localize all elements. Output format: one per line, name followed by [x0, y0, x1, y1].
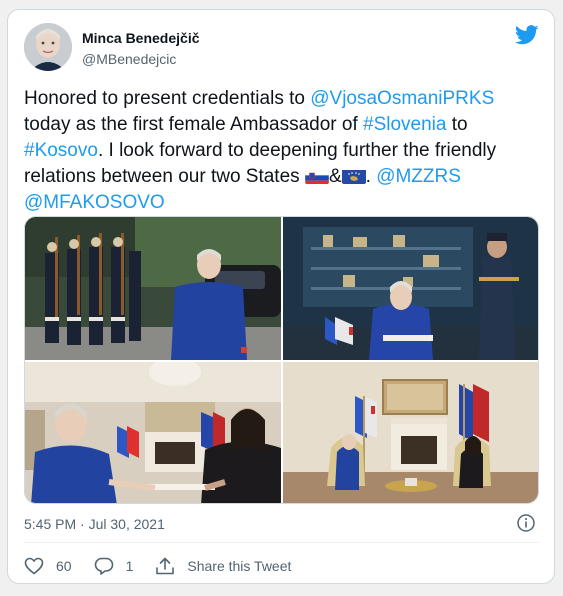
twitter-bird-icon[interactable] — [515, 25, 539, 45]
mention-link[interactable]: @MZZRS — [376, 166, 461, 187]
slovenia-flag-icon — [304, 168, 329, 184]
info-icon[interactable] — [517, 514, 535, 532]
photo-grid — [24, 216, 539, 504]
like-button[interactable]: 60 — [24, 557, 72, 575]
heart-icon — [24, 557, 44, 575]
timestamp[interactable]: 5:45 PM · Jul 30, 2021 — [24, 516, 165, 532]
action-bar: 60 1 Share this Tweet — [24, 555, 313, 577]
avatar[interactable] — [24, 23, 72, 71]
photo-handing-credentials[interactable] — [25, 362, 281, 503]
tweet-card[interactable]: Minca Benedejčič @MBenedejcic Honored to… — [7, 9, 555, 584]
reply-bubble-icon — [94, 557, 113, 575]
hashtag-link[interactable]: #Slovenia — [363, 114, 446, 135]
reply-count: 1 — [125, 558, 134, 574]
author-name[interactable]: Minca Benedejčič — [82, 30, 200, 46]
hashtag-link[interactable]: #Kosovo — [24, 140, 98, 161]
reply-button[interactable]: 1 — [94, 557, 134, 575]
kosovo-flag-icon — [341, 168, 366, 184]
photo-seated-meeting[interactable] — [283, 362, 538, 503]
text-segment: to — [446, 114, 468, 135]
text-segment: today as the first female Ambassador of — [24, 114, 364, 135]
author-handle[interactable]: @MBenedejcic — [82, 51, 176, 67]
tweet-text: Honored to present credentials to @Vjosa… — [24, 86, 544, 216]
text-segment: Honored to present credentials to — [24, 88, 311, 109]
photo-honor-guard[interactable] — [25, 217, 281, 360]
mention-link[interactable]: @MFAKOSOVO — [24, 192, 165, 213]
photo-signing-desk[interactable] — [283, 217, 538, 360]
share-button[interactable]: Share this Tweet — [155, 557, 291, 575]
divider — [24, 542, 540, 543]
mention-link[interactable]: @VjosaOsmaniPRKS — [310, 88, 494, 109]
share-icon — [156, 557, 175, 575]
text-segment: & — [328, 166, 342, 187]
like-count: 60 — [56, 558, 72, 574]
share-label: Share this Tweet — [187, 558, 292, 574]
text-segment: . — [365, 166, 377, 187]
